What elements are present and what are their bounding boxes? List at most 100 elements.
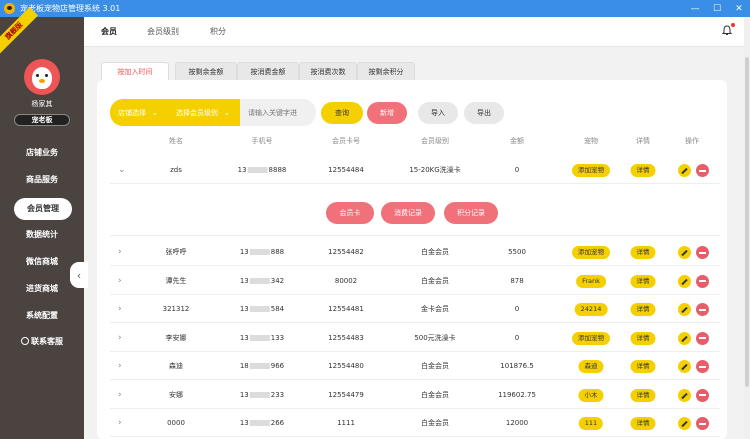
member-card-number: 1111 <box>337 419 355 427</box>
detail-button[interactable]: 详情 <box>630 360 656 373</box>
edit-icon[interactable] <box>678 388 691 402</box>
detail-button[interactable]: 详情 <box>630 331 656 345</box>
member-card-button[interactable]: 会员卡 <box>326 202 374 224</box>
member-amount: 12000 <box>505 419 529 427</box>
sidebar-item-store-business[interactable]: 店铺业务 <box>0 142 84 164</box>
delete-icon[interactable] <box>696 417 709 430</box>
sidebar-item-member-management[interactable]: 会员管理 <box>14 198 72 220</box>
edit-icon[interactable] <box>678 246 691 259</box>
page-scrollbar[interactable] <box>744 17 750 439</box>
member-name: 安娜 <box>169 390 183 399</box>
store-select[interactable]: 店铺选择 ⌄ <box>110 99 168 126</box>
pet-tag[interactable]: 森迪 <box>578 360 604 373</box>
detail-button[interactable]: 详情 <box>630 246 656 259</box>
table-row-expanded[interactable]: ⌄ zds 13 8888 12554484 15-20KG洗澡卡 0 添加宠物 … <box>110 156 720 184</box>
column-header: 操作 <box>685 137 699 145</box>
collapse-row-icon[interactable]: ⌄ <box>118 156 126 184</box>
table-row[interactable]: › 321312 13 584 12554481 金卡会员 0 24214 详情 <box>110 295 720 323</box>
detail-button[interactable]: 详情 <box>630 274 656 288</box>
tab-members[interactable]: 会员 <box>101 17 117 47</box>
pet-tag[interactable]: 添加宠物 <box>572 246 610 259</box>
delete-icon[interactable] <box>696 303 709 316</box>
subtab-by-balance[interactable]: 按剩余金额 <box>175 62 237 80</box>
scrollbar-thumb[interactable] <box>745 57 749 387</box>
delete-icon[interactable] <box>696 360 709 373</box>
consumption-record-button[interactable]: 消费记录 <box>381 202 435 224</box>
table-row[interactable]: › 森迪 18 966 12554480 白金会员 101876.5 森迪 详情 <box>110 352 720 380</box>
headset-icon <box>21 337 29 345</box>
detail-button[interactable]: 详情 <box>630 303 656 316</box>
member-amount: 119602.75 <box>498 390 536 399</box>
expand-row-icon[interactable]: › <box>118 295 122 323</box>
table-row[interactable]: › 张呼呼 13 888 12554482 白金会员 5500 添加宠物 详情 <box>110 238 720 266</box>
column-header: 金额 <box>510 137 524 145</box>
search-input[interactable] <box>240 99 316 126</box>
sidebar-item-system-settings[interactable]: 系统配置 <box>0 305 84 327</box>
expand-row-icon[interactable]: › <box>118 324 122 352</box>
member-level-select[interactable]: 选择会员级别 ⌄ <box>168 99 240 126</box>
expand-row-icon[interactable]: › <box>118 238 122 266</box>
delete-icon[interactable] <box>696 388 709 402</box>
tab-points[interactable]: 积分 <box>210 17 226 47</box>
member-amount: 0 <box>514 333 520 342</box>
row-actions <box>678 417 709 430</box>
expand-row-icon[interactable]: › <box>118 409 122 437</box>
avatar[interactable] <box>24 59 60 95</box>
window-titlebar: 宠老板宠物店管理系统 3.01 — ☐ ✕ <box>0 0 750 17</box>
pet-tag[interactable]: 小木 <box>578 388 604 402</box>
subtab-by-join-time[interactable]: 按加入时间 <box>101 62 169 80</box>
expand-row-icon[interactable]: › <box>118 352 122 380</box>
pet-tag[interactable]: Frank <box>576 274 606 288</box>
collapse-sidebar-button[interactable]: ‹ <box>70 262 88 288</box>
maximize-button[interactable]: ☐ <box>706 0 728 17</box>
minimize-button[interactable]: — <box>684 0 706 17</box>
bell-icon[interactable] <box>721 23 735 36</box>
edit-icon[interactable] <box>678 417 691 430</box>
expand-row-icon[interactable]: › <box>118 267 122 295</box>
column-header: 姓名 <box>169 137 183 145</box>
detail-button[interactable]: 详情 <box>630 164 656 177</box>
notification-dot <box>731 23 735 27</box>
import-button[interactable]: 导入 <box>418 102 458 124</box>
edit-icon[interactable] <box>678 360 691 373</box>
close-button[interactable]: ✕ <box>728 0 750 17</box>
column-header: 会员卡号 <box>332 137 360 145</box>
member-name: zds <box>170 166 182 174</box>
subtab-by-points[interactable]: 按剩余积分 <box>357 62 415 80</box>
row-actions <box>678 303 709 316</box>
sidebar-item-statistics[interactable]: 数据统计 <box>0 224 84 246</box>
expand-row-icon[interactable]: › <box>118 381 122 409</box>
delete-icon[interactable] <box>696 274 709 288</box>
query-button[interactable]: 查询 <box>321 102 363 124</box>
member-amount: 5500 <box>508 248 526 256</box>
export-button[interactable]: 导出 <box>464 102 504 124</box>
table-row[interactable]: › 0000 13 266 1111 白金会员 12000 111 详情 <box>110 409 720 437</box>
table-row[interactable]: › 安娜 13 233 12554479 白金会员 119602.75 小木 详情 <box>110 381 720 409</box>
add-button[interactable]: 新增 <box>367 102 407 124</box>
table-row[interactable]: › 李安娜 13 133 12554483 500元洗澡卡 0 添加宠物 详情 <box>110 324 720 352</box>
edit-icon[interactable] <box>678 303 691 316</box>
pet-tag[interactable]: 添加宠物 <box>572 331 610 345</box>
pet-tag[interactable]: 添加宠物 <box>572 164 610 177</box>
pet-tag[interactable]: 111 <box>578 417 604 430</box>
detail-button[interactable]: 详情 <box>630 417 656 430</box>
delete-icon[interactable] <box>696 164 709 177</box>
points-record-button[interactable]: 积分记录 <box>444 202 498 224</box>
table-row[interactable]: › 谭先生 13 342 80002 白金会员 878 Frank 详情 <box>110 267 720 295</box>
sidebar-item-goods-services[interactable]: 商品服务 <box>0 169 84 191</box>
sidebar-item-customer-service[interactable]: 联系客服 <box>0 331 84 353</box>
edit-icon[interactable] <box>678 331 691 345</box>
tab-member-levels[interactable]: 会员级别 <box>147 17 179 47</box>
member-amount: 878 <box>510 276 524 285</box>
member-level: 15-20KG洗澡卡 <box>409 166 461 174</box>
detail-button[interactable]: 详情 <box>630 388 656 402</box>
subtab-by-spending[interactable]: 按消费金额 <box>237 62 299 80</box>
delete-icon[interactable] <box>696 331 709 345</box>
pet-tag[interactable]: 24214 <box>574 303 608 316</box>
edit-icon[interactable] <box>678 164 691 177</box>
delete-icon[interactable] <box>696 246 709 259</box>
edit-icon[interactable] <box>678 274 691 288</box>
subtab-by-visits[interactable]: 按消费次数 <box>299 62 357 80</box>
member-name: 张呼呼 <box>165 248 187 256</box>
eye-icon <box>36 74 39 77</box>
